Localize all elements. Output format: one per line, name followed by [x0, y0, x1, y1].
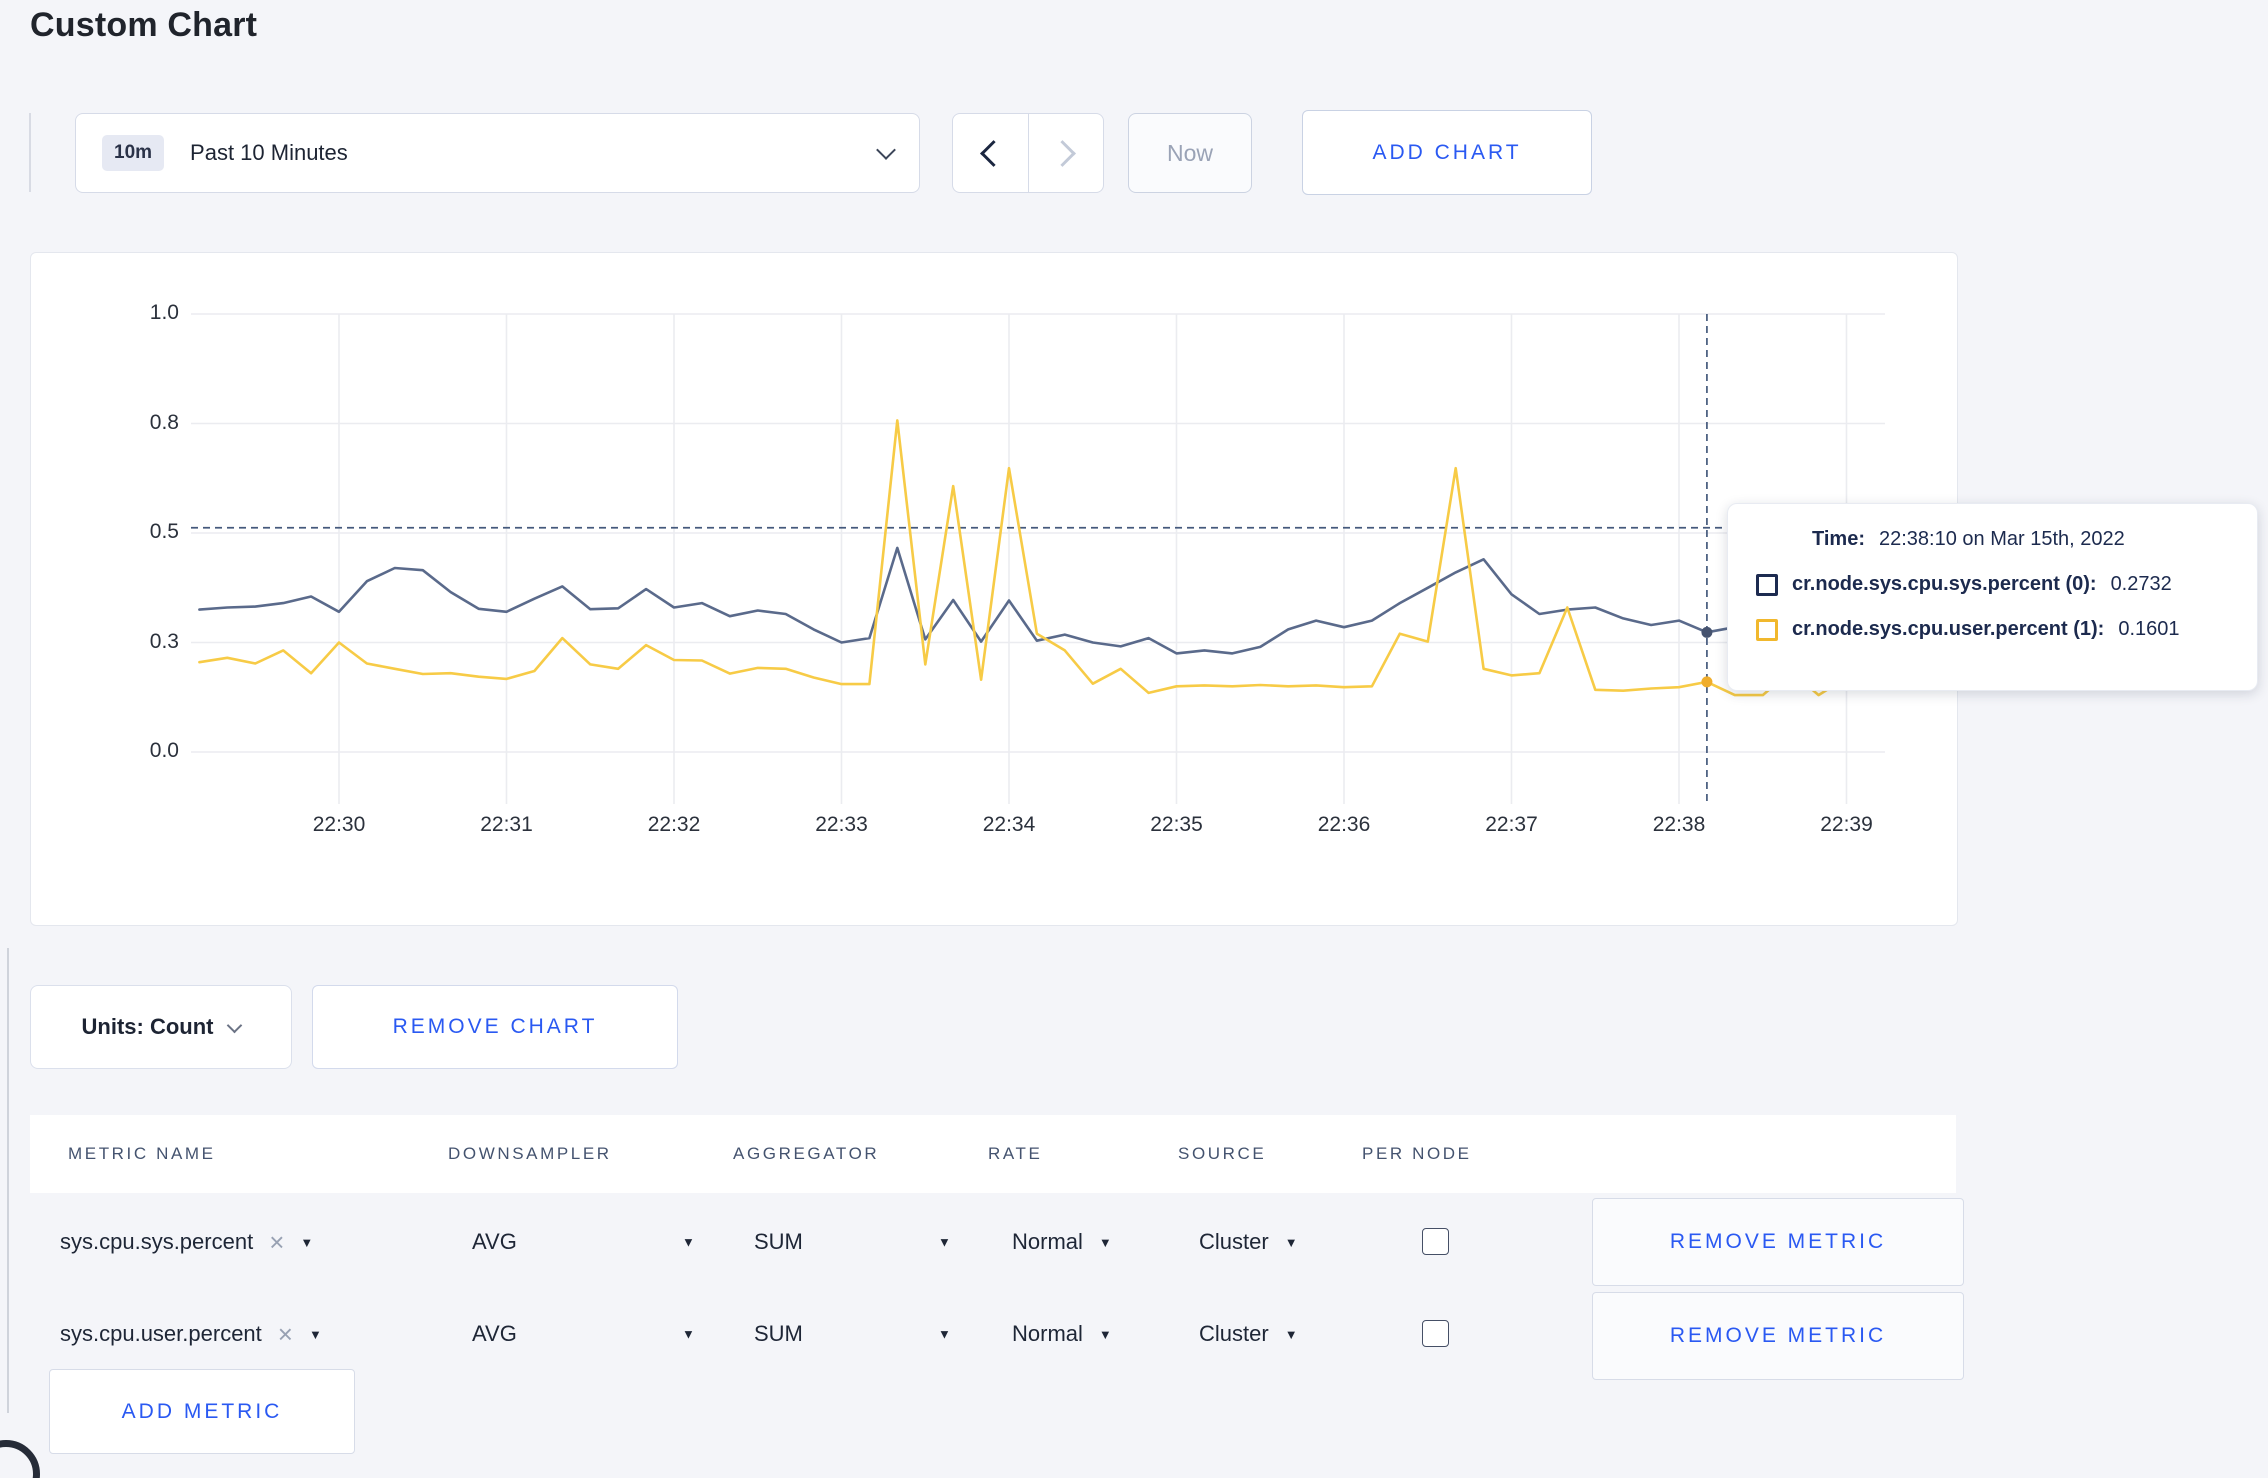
x-axis-label: 22:36 [1317, 813, 1371, 836]
tooltip-series-value: 0.1601 [2118, 618, 2180, 640]
tooltip-series-row: cr.node.sys.cpu.user.percent (1): 0.1601 [1756, 618, 2233, 641]
remove-value-icon[interactable]: × [269, 1229, 284, 1255]
tooltip-time-label: Time: [1812, 528, 1865, 550]
x-axis-label: 22:33 [815, 813, 868, 836]
metric-name-select[interactable]: sys.cpu.user.percent × ▼ [60, 1321, 322, 1347]
series-line-user [198, 419, 1876, 697]
chevron-left-icon [979, 139, 1007, 167]
prev-range-button[interactable] [953, 114, 1028, 192]
source-select[interactable]: Cluster ▼ [1199, 1321, 1298, 1347]
source-value: Cluster [1199, 1321, 1269, 1346]
y-axis-label: 0.8 [149, 410, 179, 434]
hover-dot-user [1701, 676, 1713, 688]
x-axis-label: 22:30 [312, 813, 366, 836]
toolbar-divider [29, 113, 31, 192]
metric-name-value: sys.cpu.sys.percent [60, 1229, 254, 1254]
per-node-checkbox[interactable] [1422, 1228, 1449, 1255]
time-range-badge: 10m [102, 135, 165, 171]
source-value: Cluster [1199, 1229, 1269, 1254]
custom-chart-page: Custom Chart 10m Past 10 Minutes Now ADD… [0, 0, 2268, 1478]
source-select[interactable]: Cluster ▼ [1199, 1229, 1298, 1255]
time-range-select[interactable]: 10m Past 10 Minutes [75, 113, 920, 193]
y-axis-label: 0.5 [149, 520, 179, 543]
x-axis-label: 22:32 [647, 813, 701, 836]
caret-down-icon[interactable]: ▼ [682, 1327, 695, 1342]
rate-value: Normal [1012, 1321, 1083, 1346]
now-button[interactable]: Now [1128, 113, 1252, 193]
metric-name-select[interactable]: sys.cpu.sys.percent × ▼ [60, 1229, 313, 1255]
series-line-sys [198, 546, 1876, 655]
col-per-node: PER NODE [1362, 1144, 1472, 1163]
series-swatch-user-icon [1756, 618, 1778, 641]
rate-select[interactable]: Normal ▼ [1012, 1229, 1112, 1255]
chevron-down-icon [227, 1017, 243, 1033]
remove-metric-button[interactable]: REMOVE METRIC [1592, 1198, 1964, 1286]
y-axis-label: 0.3 [149, 629, 179, 653]
metric-name-value: sys.cpu.user.percent [60, 1321, 262, 1346]
tooltip-series-name: cr.node.sys.cpu.user.percent (1): [1792, 618, 2105, 640]
col-aggregator: AGGREGATOR [733, 1144, 880, 1163]
rate-value: Normal [1012, 1229, 1083, 1254]
units-select[interactable]: Units: Count [30, 985, 292, 1069]
tooltip-series-name: cr.node.sys.cpu.sys.percent (0): [1792, 573, 2097, 595]
time-range-label: Past 10 Minutes [190, 140, 348, 165]
rate-select[interactable]: Normal ▼ [1012, 1321, 1112, 1347]
next-range-button[interactable] [1027, 114, 1104, 192]
page-title: Custom Chart [30, 6, 258, 44]
aggregator-select[interactable]: SUM [754, 1321, 803, 1347]
chart-card[interactable]: 0.0 0.3 0.5 0.8 1.0 22:30 22:31 22:32 22:33 22:34… [30, 252, 1958, 926]
aggregator-select[interactable]: SUM [754, 1229, 803, 1255]
x-axis-label: 22:35 [1150, 813, 1203, 836]
table-row: sys.cpu.sys.percent × ▼ AVG ▼ SUM ▼ Norm… [30, 1197, 1964, 1287]
downsampler-value: AVG [472, 1229, 517, 1254]
col-downsampler: DOWNSAMPLER [448, 1144, 612, 1163]
col-metric-name: METRIC NAME [68, 1144, 216, 1163]
col-source: SOURCE [1178, 1144, 1267, 1163]
caret-down-icon: ▼ [1098, 1326, 1112, 1342]
x-axis-label: 22:37 [1485, 813, 1538, 836]
x-axis-label: 22:34 [982, 813, 1036, 836]
y-axis-label: 0.0 [149, 739, 179, 762]
remove-metric-button[interactable]: REMOVE METRIC [1592, 1292, 1964, 1380]
tooltip-time: Time: 22:38:10 on Mar 15th, 2022 [1812, 528, 2233, 551]
tooltip-series-row: cr.node.sys.cpu.sys.percent (0): 0.2732 [1756, 573, 2233, 596]
tooltip-time-value: 22:38:10 on Mar 15th, 2022 [1878, 528, 2125, 550]
caret-down-icon: ▼ [1284, 1326, 1298, 1342]
col-rate: RATE [988, 1144, 1043, 1163]
caret-down-icon[interactable]: ▼ [938, 1235, 951, 1250]
time-nav-group [952, 113, 1104, 193]
hover-dot-sys [1701, 626, 1713, 638]
per-node-checkbox[interactable] [1422, 1320, 1449, 1347]
cropped-floating-button [0, 1440, 40, 1478]
x-axis-label: 22:39 [1820, 813, 1873, 836]
chart-tooltip: Time: 22:38:10 on Mar 15th, 2022 cr.node.… [1727, 503, 2258, 691]
add-metric-button[interactable]: ADD METRIC [49, 1369, 355, 1454]
y-axis-label: 1.0 [149, 301, 179, 324]
downsampler-value: AVG [472, 1321, 517, 1346]
x-axis-label: 22:38 [1652, 813, 1706, 836]
caret-down-icon[interactable]: ▼ [938, 1327, 951, 1342]
chevron-down-icon [876, 140, 896, 160]
caret-down-icon: ▼ [300, 1234, 314, 1250]
aggregator-value: SUM [754, 1321, 803, 1346]
series-swatch-sys-icon [1756, 573, 1778, 596]
aggregator-value: SUM [754, 1229, 803, 1254]
caret-down-icon[interactable]: ▼ [682, 1235, 695, 1250]
table-row: sys.cpu.user.percent × ▼ AVG ▼ SUM ▼ Nor… [30, 1289, 1964, 1380]
chevron-right-icon [1049, 139, 1077, 167]
downsampler-select[interactable]: AVG [472, 1229, 517, 1255]
caret-down-icon: ▼ [1098, 1234, 1112, 1250]
tooltip-series-value: 0.2732 [2110, 573, 2172, 595]
add-chart-button[interactable]: ADD CHART [1302, 110, 1592, 195]
remove-chart-button[interactable]: REMOVE CHART [312, 985, 678, 1069]
section-left-rule [7, 948, 9, 1413]
metrics-table-header: METRIC NAME DOWNSAMPLER AGGREGATOR RATE … [30, 1115, 1956, 1193]
remove-value-icon[interactable]: × [278, 1321, 293, 1347]
x-axis-label: 22:31 [480, 813, 533, 836]
caret-down-icon: ▼ [308, 1326, 322, 1342]
units-label: Units: Count [81, 1014, 214, 1039]
downsampler-select[interactable]: AVG [472, 1321, 517, 1347]
caret-down-icon: ▼ [1284, 1234, 1298, 1250]
